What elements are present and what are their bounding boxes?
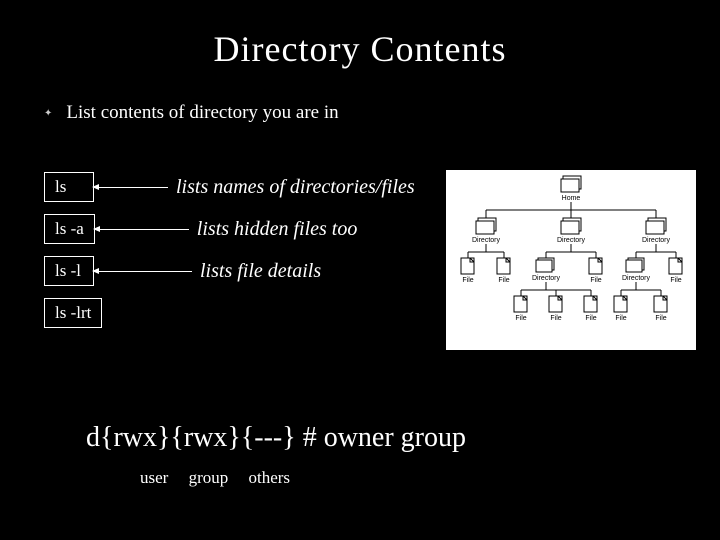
tree-label: File: [550, 315, 561, 322]
cmd-box: ls -lrt: [44, 298, 102, 328]
cmd-box: ls -l: [44, 256, 94, 286]
tree-label: File: [590, 277, 601, 284]
tree-label: File: [462, 277, 473, 284]
tree-label: Directory: [622, 275, 651, 282]
tree-label: Directory: [472, 237, 501, 244]
command-list: ls lists names of directories/files ls -…: [44, 172, 415, 340]
bullet-text: List contents of directory you are in: [66, 102, 338, 124]
cmd-row-ls-lrt: ls -lrt: [44, 298, 415, 328]
bullet-item: ✦ List contents of directory you are in: [44, 102, 720, 124]
tree-label: File: [585, 315, 596, 322]
tree-label: File: [515, 315, 526, 322]
permissions-labels: user group others: [140, 468, 306, 488]
arrow-icon: [98, 187, 168, 188]
cmd-desc: lists hidden files too: [197, 218, 358, 241]
cmd-row-ls-l: ls -l lists file details: [44, 256, 415, 286]
cmd-row-ls: ls lists names of directories/files: [44, 172, 415, 202]
cmd-row-ls-a: ls -a lists hidden files too: [44, 214, 415, 244]
perm-others-label: others: [249, 468, 291, 487]
bullet-icon: ✦: [44, 108, 52, 119]
perm-user-label: user: [140, 468, 168, 487]
tree-label: File: [655, 315, 666, 322]
tree-label: Directory: [557, 237, 586, 244]
cmd-box: ls: [44, 172, 94, 202]
tree-label: File: [498, 277, 509, 284]
arrow-icon: [98, 271, 192, 272]
perm-group-label: group: [189, 468, 229, 487]
directory-tree-diagram: Home Directory Directory Directory File …: [446, 170, 696, 350]
cmd-box: ls -a: [44, 214, 95, 244]
tree-label: Directory: [642, 237, 671, 244]
arrow-icon: [99, 229, 189, 230]
cmd-desc: lists names of directories/files: [176, 176, 415, 199]
slide-title: Directory Contents: [0, 0, 720, 70]
permissions-line: d{rwx}{rwx}{---} # owner group: [86, 422, 466, 454]
tree-label: File: [670, 277, 681, 284]
tree-root-label: Home: [562, 195, 581, 202]
cmd-desc: lists file details: [200, 260, 321, 283]
tree-label: File: [615, 315, 626, 322]
tree-label: Directory: [532, 275, 561, 282]
